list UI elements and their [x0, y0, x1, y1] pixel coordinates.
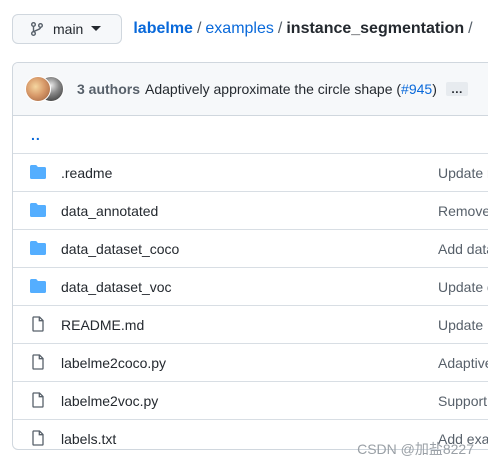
latest-commit-row: 3 authors Adaptively approximate the cir… [13, 63, 488, 116]
breadcrumb-separator: / [277, 20, 283, 37]
file-row[interactable]: data_dataset_voc Update d [13, 268, 488, 306]
breadcrumb-current: instance_segmentation [286, 20, 465, 37]
breadcrumb-repo-link[interactable]: labelme [133, 20, 193, 38]
branch-selector-button[interactable]: main [12, 14, 123, 44]
file-list-box: 3 authors Adaptively approximate the cir… [12, 62, 488, 450]
file-commit-message-link[interactable]: Support [438, 393, 487, 409]
file-name-link[interactable]: data_dataset_voc [61, 279, 172, 295]
file-commit-message-link[interactable]: Adaptive [438, 355, 488, 371]
folder-icon [29, 278, 47, 294]
file-commit-message-link[interactable]: Add data [438, 241, 488, 257]
file-row[interactable]: README.md Update R [13, 306, 488, 344]
folder-icon [29, 202, 47, 218]
avatar[interactable] [25, 76, 51, 102]
breadcrumb-separator: / [196, 20, 202, 37]
file-icon [29, 430, 47, 446]
breadcrumb-separator: / [468, 20, 473, 37]
file-name-link[interactable]: labelme2voc.py [61, 393, 158, 409]
git-branch-icon [31, 22, 43, 36]
author-avatars[interactable] [25, 76, 65, 102]
file-icon [29, 316, 47, 332]
topbar: main labelme / examples / instance_segme… [12, 13, 477, 45]
file-name-link[interactable]: data_dataset_coco [61, 241, 179, 257]
parent-directory-row[interactable]: .. [13, 116, 488, 154]
file-name-link[interactable]: data_annotated [61, 203, 158, 219]
file-row[interactable]: labelme2coco.py Adaptive [13, 344, 488, 382]
branch-label: main [53, 21, 84, 37]
breadcrumb: labelme / examples / instance_segmentati… [133, 20, 476, 38]
commit-message-close: ) [432, 81, 437, 97]
parent-directory-link[interactable]: .. [31, 127, 41, 143]
commit-message[interactable]: Adaptively approximate the circle shape … [145, 81, 401, 97]
file-row[interactable]: labelme2voc.py Support [13, 382, 488, 420]
chevron-down-icon [91, 26, 102, 31]
file-icon [29, 392, 47, 408]
commit-authors-link[interactable]: 3 authors [77, 81, 140, 97]
file-row[interactable]: data_dataset_coco Add data [13, 230, 488, 268]
file-row[interactable]: data_annotated Remove [13, 192, 488, 230]
folder-icon [29, 164, 47, 180]
file-icon [29, 354, 47, 370]
file-name-link[interactable]: labelme2coco.py [61, 355, 166, 371]
file-commit-message-link[interactable]: Update d [438, 279, 488, 295]
commit-pr-link[interactable]: #945 [401, 81, 432, 97]
file-name-link[interactable]: .readme [61, 165, 112, 181]
file-commit-message-link[interactable]: Remove [438, 203, 488, 219]
file-commit-message-link[interactable]: Update R [438, 317, 488, 333]
breadcrumb-folder-link[interactable]: examples [205, 20, 273, 38]
folder-icon [29, 240, 47, 256]
file-name-link[interactable]: README.md [61, 317, 144, 333]
file-name-link[interactable]: labels.txt [61, 431, 116, 447]
file-commit-message-link[interactable]: Update r [438, 165, 488, 181]
file-row[interactable]: .readme Update r [13, 154, 488, 192]
watermark: CSDN @加盐8227 [357, 441, 474, 457]
commit-expand-button[interactable]: … [445, 82, 468, 96]
